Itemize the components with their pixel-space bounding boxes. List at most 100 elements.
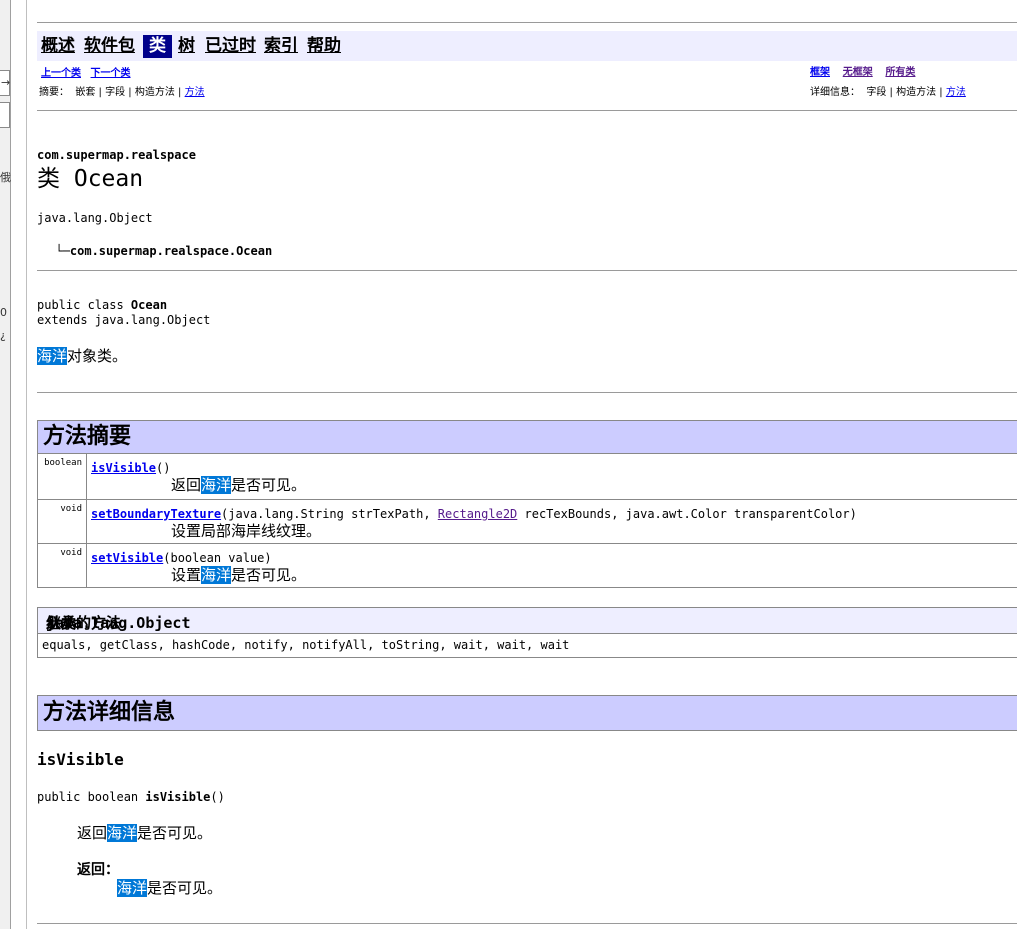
- method-link-setvisible[interactable]: setVisible: [91, 551, 163, 565]
- sig-prefix: public boolean: [37, 790, 146, 804]
- inherited-methods-header: 从类 java.lang.Object 继承的方法: [37, 607, 1017, 634]
- returns-desc: 海洋是否可见。: [117, 879, 222, 897]
- frame-divider: [26, 0, 27, 929]
- detail-nav: 详细信息： 字段 | 构造方法 | 方法: [810, 87, 966, 99]
- return-type-cell: void: [38, 544, 87, 587]
- nav-overview[interactable]: 概述: [41, 36, 75, 57]
- sep: |: [939, 87, 943, 98]
- params: (boolean value): [163, 551, 272, 565]
- frame-control-middle[interactable]: [0, 102, 10, 128]
- sep: |: [889, 87, 893, 98]
- search-highlight: 海洋: [117, 879, 148, 897]
- method-link-setboundarytexture[interactable]: setBoundaryTexture: [91, 507, 221, 521]
- divider: [37, 270, 1017, 271]
- detail-label: 详细信息：: [810, 87, 860, 98]
- summary-field: 字段: [105, 87, 126, 98]
- inheritance-root: java.lang.Object: [37, 211, 153, 225]
- method-detail-signature: public boolean isVisible(): [37, 790, 225, 805]
- desc-text: 对象类。: [67, 347, 128, 365]
- glyph-fragment: 俄: [0, 171, 11, 184]
- nav-index[interactable]: 索引: [264, 36, 298, 57]
- top-navbar: 概述 软件包 类 树 已过时 索引 帮助: [37, 31, 1017, 61]
- method-signature: isVisible(): [91, 461, 170, 476]
- return-type-cell: void: [38, 500, 87, 543]
- method-signature: setVisible(boolean value): [91, 551, 272, 566]
- class-extends: extends java.lang.Object: [37, 313, 211, 327]
- method-row: void setVisible(boolean value) 设置海洋是否可见。: [37, 544, 1017, 588]
- method-detail-desc: 返回海洋是否可见。: [77, 824, 212, 842]
- prev-class-link[interactable]: 上一个类: [41, 68, 81, 79]
- return-type: void: [60, 548, 82, 558]
- return-type: void: [60, 504, 82, 514]
- class-pager: 上一个类 下一个类: [41, 68, 131, 80]
- inherited-methods-list: equals, getClass, hashCode, notify, noti…: [37, 633, 1017, 658]
- divider: [37, 392, 1017, 393]
- search-highlight: 海洋: [201, 566, 232, 584]
- divider: [37, 923, 1017, 924]
- inheritance-leaf: └─com.supermap.realspace.Ocean: [41, 229, 272, 259]
- method-signature: setBoundaryTexture(java.lang.String strT…: [91, 507, 857, 522]
- method-detail-name: isVisible: [37, 750, 124, 769]
- search-highlight: 海洋: [37, 347, 68, 365]
- desc-pre: 设置局部海岸线纹理。: [171, 522, 322, 540]
- decl-prefix: public class: [37, 298, 131, 312]
- method-summary-header: 方法摘要: [37, 420, 1017, 454]
- method-short-desc: 返回海洋是否可见。: [171, 476, 306, 494]
- method-link-isvisible[interactable]: isVisible: [91, 461, 156, 475]
- method-row: boolean isVisible() 返回海洋是否可见。: [37, 454, 1017, 500]
- class-title: 类 Ocean: [37, 166, 144, 192]
- params: (): [156, 461, 171, 475]
- detail-method-link[interactable]: 方法: [946, 87, 966, 98]
- nav-help[interactable]: 帮助: [307, 36, 341, 57]
- frame-links: 框架 无框架 所有类: [810, 67, 915, 79]
- detail-field: 字段: [866, 87, 887, 98]
- next-class-link[interactable]: 下一个类: [91, 68, 131, 79]
- method-row: void setBoundaryTexture(java.lang.String…: [37, 500, 1017, 544]
- glyph-fragment: 0: [0, 306, 7, 319]
- returns-label: 返回：: [77, 862, 119, 878]
- search-highlight: 海洋: [107, 824, 138, 842]
- desc-pre: 设置: [171, 566, 202, 584]
- method-detail-header: 方法详细信息: [37, 695, 1017, 731]
- method-summary-title: 方法摘要: [43, 424, 132, 449]
- sep: |: [128, 87, 132, 98]
- glyph-fragment: ¿: [0, 329, 6, 342]
- summary-method-link[interactable]: 方法: [185, 87, 205, 98]
- class-description: 海洋对象类。: [37, 347, 127, 365]
- params: recTexBounds, java.awt.Color transparent…: [517, 507, 857, 521]
- nav-tree[interactable]: 树: [178, 36, 195, 57]
- returns-post: 是否可见。: [147, 879, 223, 897]
- frame-control-top[interactable]: →: [0, 70, 10, 96]
- sig-name: isVisible: [145, 790, 211, 804]
- method-short-desc: 设置局部海岸线纹理。: [171, 522, 321, 540]
- divider: [37, 22, 1017, 23]
- nav-deprecated[interactable]: 已过时: [205, 36, 256, 57]
- method-short-desc: 设置海洋是否可见。: [171, 566, 306, 584]
- rectangle2d-link[interactable]: Rectangle2D: [438, 507, 517, 521]
- detail-ctor: 构造方法: [896, 87, 937, 98]
- params: (java.lang.String strTexPath,: [221, 507, 438, 521]
- return-type: boolean: [44, 458, 82, 468]
- sep: |: [178, 87, 182, 98]
- search-highlight: 海洋: [201, 476, 232, 494]
- no-frames-link[interactable]: 无框架: [843, 67, 873, 78]
- nav-class-current: 类: [143, 35, 172, 58]
- nav-package[interactable]: 软件包: [84, 36, 135, 57]
- desc-pre: 返回: [171, 476, 202, 494]
- sep: |: [98, 87, 102, 98]
- inherited-post: 继承的方法: [46, 614, 122, 632]
- inherited-methods: equals, getClass, hashCode, notify, noti…: [42, 638, 570, 652]
- arrow-icon: →: [1, 76, 11, 89]
- divider: [37, 110, 1017, 111]
- frames-link[interactable]: 框架: [810, 67, 830, 78]
- class-declaration: public class Ocean: [37, 298, 167, 313]
- desc-post: 是否可见。: [231, 566, 307, 584]
- tree-branch-icon: └─: [55, 244, 70, 258]
- all-classes-link[interactable]: 所有类: [885, 67, 915, 78]
- method-detail-title: 方法详细信息: [43, 700, 176, 725]
- summary-label: 摘要：: [39, 87, 69, 98]
- summary-ctor: 构造方法: [134, 87, 175, 98]
- desc-post: 是否可见。: [231, 476, 307, 494]
- desc-pre: 返回: [77, 824, 108, 842]
- inheritance-leaf-name: com.supermap.realspace.Ocean: [69, 244, 273, 258]
